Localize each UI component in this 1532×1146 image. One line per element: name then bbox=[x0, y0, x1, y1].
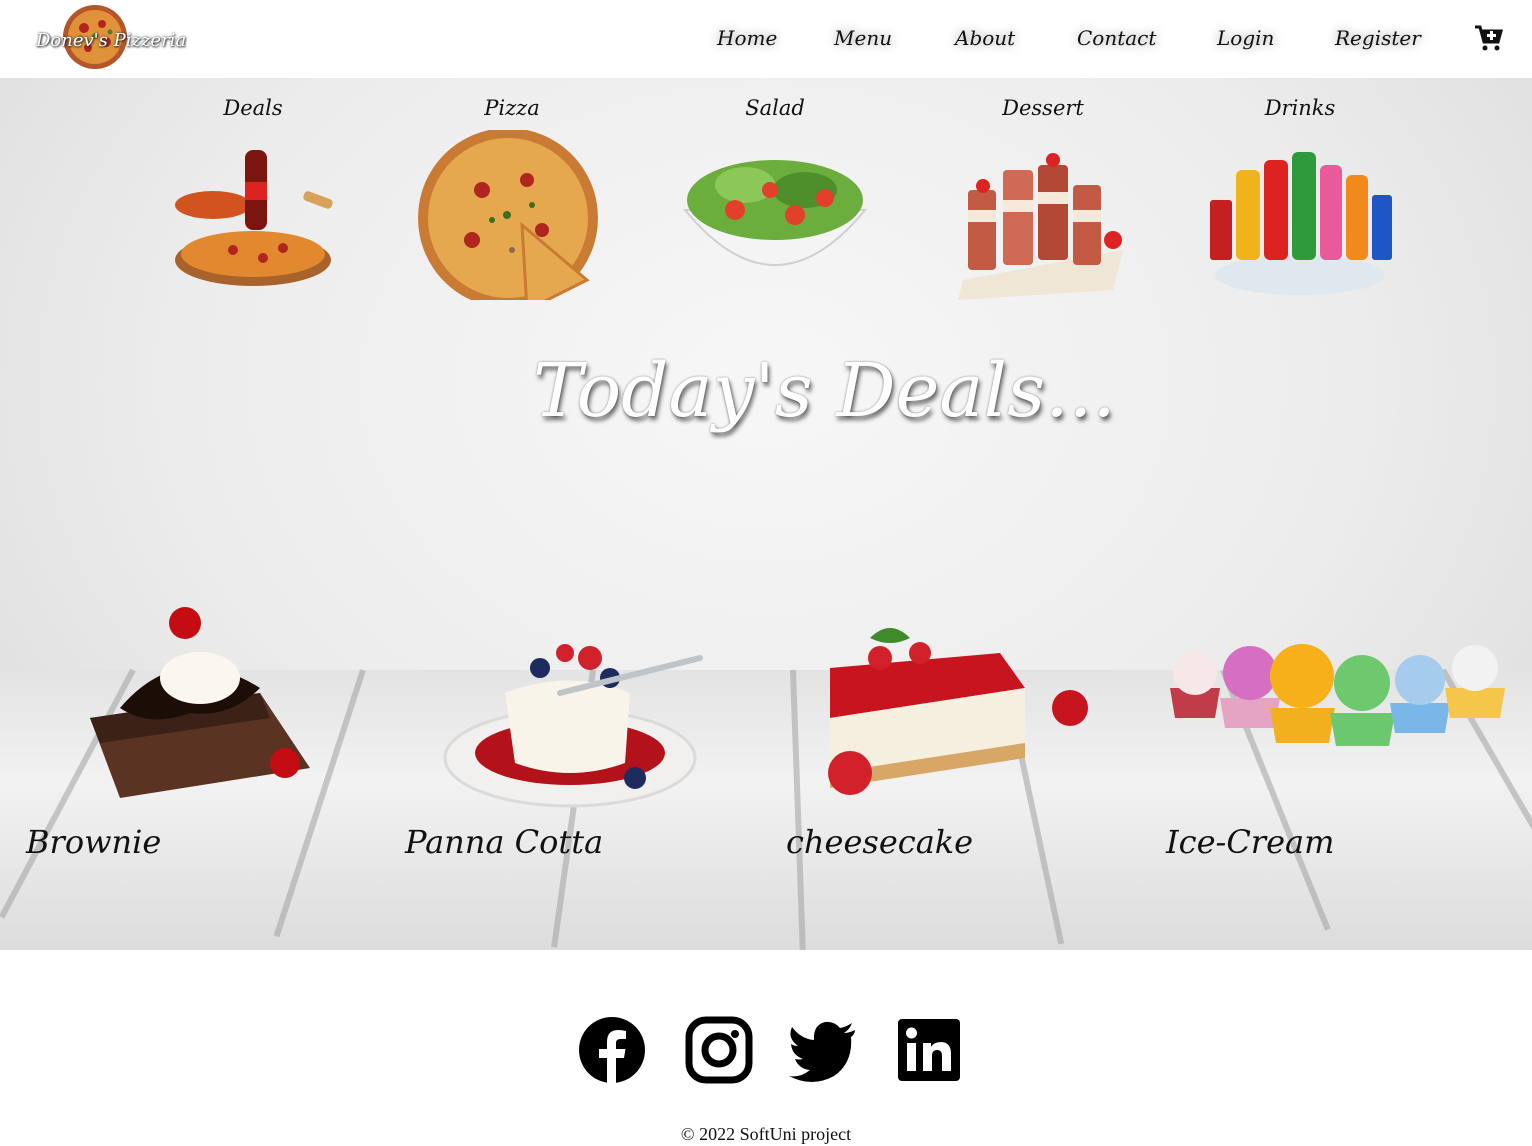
cart-plus-icon bbox=[1475, 25, 1503, 51]
salad-image bbox=[682, 160, 868, 266]
panna-cotta-image bbox=[443, 644, 703, 808]
category-label: Pizza bbox=[484, 96, 540, 120]
dessert-cheesecake[interactable] bbox=[810, 598, 1110, 818]
nav-login[interactable]: Login bbox=[1217, 26, 1274, 50]
page-headline: Today's Deals... bbox=[533, 348, 1116, 434]
dessert-label-brownie: Brownie bbox=[26, 823, 162, 861]
ice-cream-image bbox=[1170, 644, 1505, 746]
dessert-panna-cotta[interactable] bbox=[440, 598, 740, 818]
copyright-text: © 2022 SoftUni project bbox=[680, 1124, 852, 1144]
drinks-image bbox=[1210, 152, 1392, 295]
cheesecake-image bbox=[828, 628, 1088, 795]
navbar: Donev's Pizzeria Home Menu About Contact… bbox=[0, 0, 1532, 78]
nav-contact[interactable]: Contact bbox=[1077, 26, 1156, 50]
brand-logo[interactable]: Donev's Pizzeria bbox=[30, 4, 186, 72]
brand-name: Donev's Pizzeria bbox=[36, 30, 187, 51]
instagram-icon bbox=[685, 1016, 753, 1084]
category-label: Deals bbox=[223, 96, 283, 120]
category-pizza[interactable]: Pizza bbox=[412, 96, 612, 300]
instagram-link[interactable] bbox=[685, 1016, 753, 1084]
twitter-icon bbox=[789, 1021, 855, 1082]
cart-button[interactable] bbox=[1474, 24, 1504, 54]
nav-home[interactable]: Home bbox=[717, 26, 777, 50]
dessert-brownie[interactable] bbox=[60, 598, 360, 818]
dessert-ice-cream[interactable] bbox=[1165, 598, 1510, 818]
dessert-label-panna-cotta: Panna Cotta bbox=[405, 823, 604, 861]
facebook-link[interactable] bbox=[578, 1016, 646, 1084]
facebook-icon bbox=[579, 1017, 645, 1084]
nav-about[interactable]: About bbox=[955, 26, 1015, 50]
nav-register[interactable]: Register bbox=[1335, 26, 1421, 50]
category-label: Drinks bbox=[1264, 96, 1336, 120]
category-dessert[interactable]: Dessert bbox=[943, 96, 1143, 300]
deals-image bbox=[175, 150, 333, 286]
linkedin-link[interactable] bbox=[895, 1016, 963, 1084]
category-label: Salad bbox=[745, 96, 805, 120]
category-salad[interactable]: Salad bbox=[675, 96, 875, 296]
dessert-image bbox=[958, 153, 1123, 300]
category-drinks[interactable]: Drinks bbox=[1200, 96, 1400, 296]
nav-menu[interactable]: Menu bbox=[834, 26, 892, 50]
dessert-label-cheesecake: cheesecake bbox=[786, 823, 974, 861]
linkedin-icon bbox=[898, 1019, 960, 1081]
category-deals[interactable]: Deals bbox=[153, 96, 353, 296]
brownie-image bbox=[90, 607, 310, 798]
pizza-image bbox=[418, 130, 598, 300]
hero-section: Deals Pizza Salad Dessert Drinks Today's… bbox=[0, 78, 1532, 950]
category-label: Dessert bbox=[1002, 96, 1084, 120]
dessert-label-ice-cream: Ice-Cream bbox=[1166, 823, 1335, 861]
twitter-link[interactable] bbox=[789, 1016, 857, 1084]
